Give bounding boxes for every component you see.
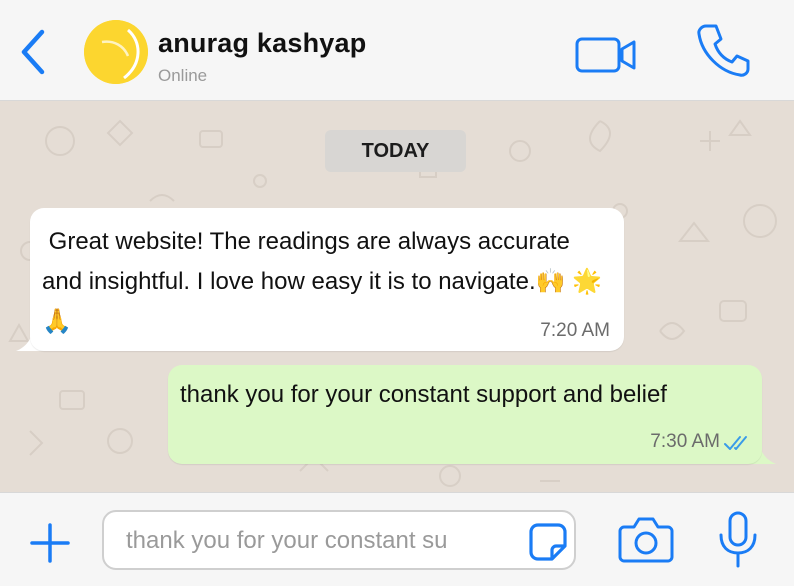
sticker-button[interactable] bbox=[528, 522, 568, 562]
plus-icon bbox=[30, 523, 70, 563]
avatar[interactable] bbox=[84, 20, 148, 84]
camera-icon bbox=[618, 517, 674, 563]
microphone-button[interactable] bbox=[714, 511, 762, 569]
chat-screen: anurag kashyap Online TODAY Great websit… bbox=[0, 0, 794, 586]
attach-button[interactable] bbox=[28, 521, 72, 565]
contact-status: Online bbox=[158, 66, 208, 85]
video-camera-icon bbox=[575, 37, 636, 73]
message-text: thank you for your constant support and … bbox=[180, 381, 667, 408]
back-button[interactable] bbox=[14, 26, 54, 78]
double-check-icon bbox=[724, 436, 747, 450]
incoming-message-bubble[interactable]: Great website! The readings are always a… bbox=[30, 208, 624, 351]
outgoing-message-bubble[interactable]: thank you for your constant support and … bbox=[168, 365, 762, 464]
message-time: 7:30 AM bbox=[650, 431, 720, 452]
chat-header: anurag kashyap Online bbox=[0, 0, 794, 101]
microphone-icon bbox=[719, 511, 757, 568]
camera-button[interactable] bbox=[618, 515, 674, 565]
voice-call-button[interactable] bbox=[694, 22, 750, 78]
message-input[interactable] bbox=[126, 522, 498, 560]
video-call-button[interactable] bbox=[574, 34, 640, 74]
chevron-left-icon bbox=[21, 29, 45, 75]
contact-name[interactable]: anurag kashyap bbox=[158, 28, 366, 59]
message-time: 7:20 AM bbox=[540, 320, 610, 341]
avatar-ball-icon bbox=[84, 20, 148, 84]
date-separator: TODAY bbox=[325, 130, 466, 172]
message-text: Great website! The readings are always a… bbox=[42, 228, 603, 335]
message-input-container[interactable] bbox=[102, 510, 576, 570]
phone-icon bbox=[697, 24, 750, 77]
composer-bar bbox=[0, 492, 794, 586]
message-list[interactable]: TODAY Great website! The readings are al… bbox=[0, 101, 794, 492]
sticker-icon bbox=[529, 523, 567, 561]
